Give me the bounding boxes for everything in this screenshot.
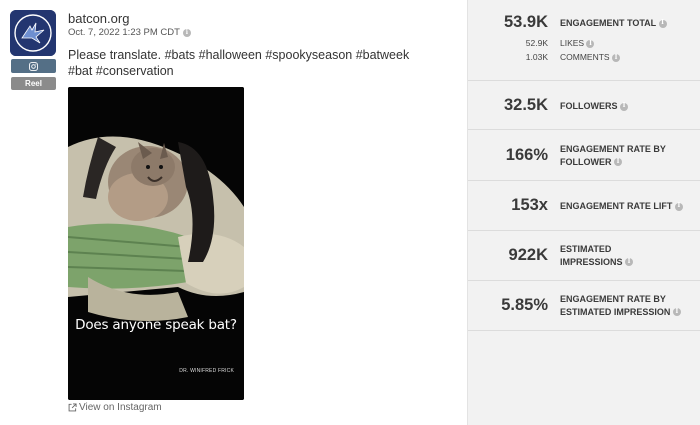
info-icon[interactable]: i (620, 102, 629, 111)
metric-label: ENGAGEMENT RATE LIFT i (560, 200, 690, 213)
metric-label: ENGAGEMENT TOTAL i (560, 17, 690, 30)
likes-label: LIKES i (560, 38, 595, 48)
info-icon[interactable]: i (586, 39, 595, 48)
view-link-label: View on Instagram (79, 402, 162, 413)
likes-value: 52.9K (525, 38, 548, 48)
post-media[interactable]: Does anyone speak bat? DR. WINIFRED FRIC… (68, 87, 244, 400)
post-date-text: Oct. 7, 2022 1:23 PM CDT (68, 27, 180, 38)
account-avatar[interactable] (10, 10, 56, 56)
instagram-icon (29, 61, 38, 71)
metric-value: 153x (511, 196, 548, 214)
external-link-icon (68, 403, 77, 412)
bat-photo (68, 87, 244, 400)
comments-label: COMMENTS i (560, 52, 620, 62)
metric-estimated-impressions: 922K ESTIMATED IMPRESSIONS i (468, 231, 700, 281)
media-credit: DR. WINIFRED FRICK (179, 368, 234, 374)
metric-followers: 32.5K FOLLOWERS i (468, 81, 700, 130)
bat-logo-icon (10, 10, 56, 56)
info-icon[interactable]: i (625, 258, 634, 267)
info-icon[interactable]: i (674, 202, 683, 211)
info-icon[interactable]: i (182, 28, 191, 37)
info-icon[interactable]: i (614, 158, 623, 167)
comments-value: 1.03K (525, 52, 548, 62)
metric-engagement-total: 53.9K ENGAGEMENT TOTAL i 52.9K LIKES i 1… (468, 0, 700, 81)
metric-value: 166% (505, 146, 548, 164)
metric-label: ENGAGEMENT RATE BY FOLLOWER i (560, 144, 666, 167)
media-overlay-text: Does anyone speak bat? (75, 317, 237, 333)
post-panel: Reel batcon.org Oct. 7, 2022 1:23 PM CDT… (0, 0, 467, 425)
metric-label: ESTIMATED IMPRESSIONS i (560, 243, 690, 268)
reel-badge: Reel (11, 77, 56, 90)
instagram-badge (11, 59, 56, 73)
info-icon[interactable]: i (658, 19, 667, 28)
view-on-instagram-link[interactable]: View on Instagram (68, 402, 162, 413)
post-date: Oct. 7, 2022 1:23 PM CDT i (68, 27, 191, 38)
metric-label: FOLLOWERS i (560, 100, 690, 113)
metric-value: 53.9K (503, 13, 548, 31)
info-icon[interactable]: i (672, 308, 681, 317)
metric-engagement-rate-impression: 5.85% ENGAGEMENT RATE BY ESTIMATED IMPRES… (468, 281, 700, 331)
info-icon[interactable]: i (611, 53, 620, 62)
metric-value: 5.85% (501, 296, 548, 314)
metric-value: 922K (508, 246, 548, 264)
post-caption: Please translate. #bats #halloween #spoo… (68, 48, 410, 78)
metrics-panel: 53.9K ENGAGEMENT TOTAL i 52.9K LIKES i 1… (467, 0, 700, 425)
metric-engagement-rate-follower: 166% ENGAGEMENT RATE BY FOLLOWER i (468, 130, 700, 181)
metric-label: ENGAGEMENT RATE BY ESTIMATED IMPRESSION i (560, 293, 690, 318)
metric-value: 32.5K (503, 96, 548, 114)
account-name[interactable]: batcon.org (68, 11, 129, 26)
metric-engagement-rate-lift: 153x ENGAGEMENT RATE LIFT i (468, 181, 700, 231)
